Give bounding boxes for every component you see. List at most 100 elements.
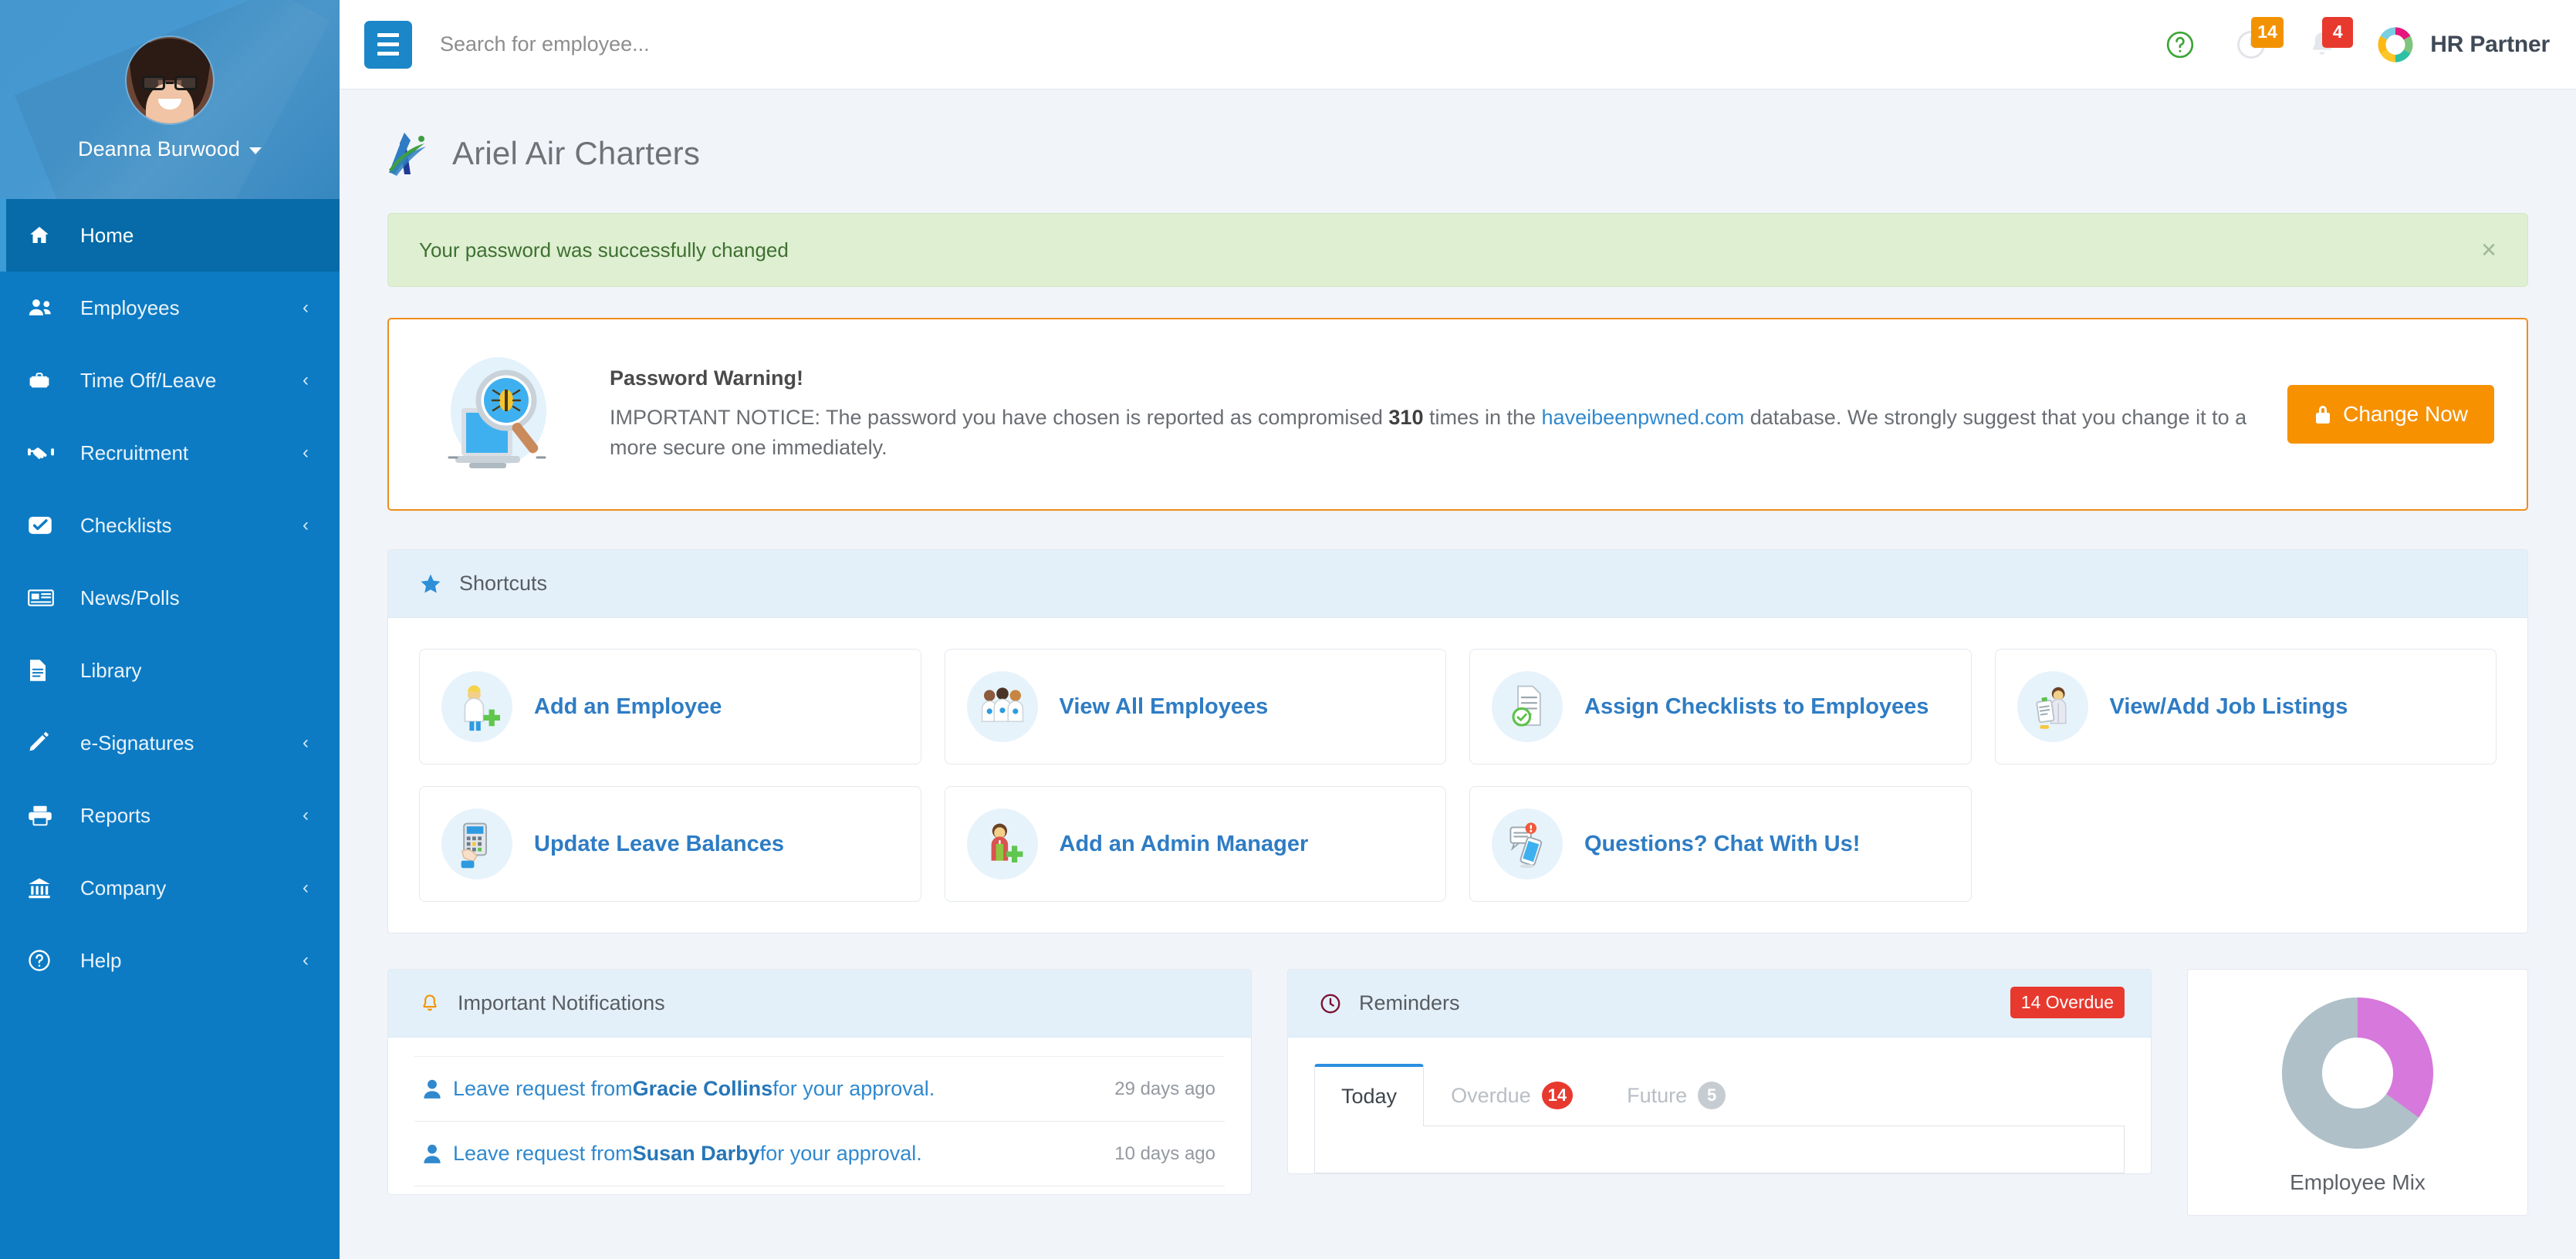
shortcut-add-an-admin-manager[interactable]: Add an Admin Manager: [944, 786, 1446, 902]
sidebar-profile[interactable]: Deanna Burwood: [0, 0, 340, 199]
success-alert-message: Your password was successfully changed: [419, 238, 789, 262]
tab-label: Today: [1341, 1085, 1398, 1108]
sidebar-item-recruitment[interactable]: Recruitment ‹: [0, 417, 340, 489]
notification-row[interactable]: Leave request from Susan Darby for your …: [414, 1122, 1225, 1186]
shortcut-assign-checklists-to-employees[interactable]: Assign Checklists to Employees: [1469, 649, 1972, 765]
change-now-label: Change Now: [2343, 402, 2468, 426]
sidebar-item-home[interactable]: Home: [0, 199, 340, 272]
handshake-icon: [28, 443, 69, 463]
shortcut-view-add-job-listings[interactable]: View/Add Job Listings: [1994, 649, 2497, 765]
notification-time: 29 days ago: [1114, 1078, 1215, 1099]
search-input[interactable]: [412, 32, 2145, 56]
tab-count: 14: [1541, 1082, 1574, 1109]
chevron-down-icon: [249, 147, 262, 154]
job-listings-icon: [2017, 671, 2088, 742]
notification-name: Gracie Collins: [632, 1077, 773, 1100]
avatar: [127, 37, 213, 123]
brand-name: HR Partner: [2430, 31, 2550, 57]
shortcuts-header: Shortcuts: [388, 550, 2527, 618]
profile-name-label: Deanna Burwood: [77, 137, 241, 160]
topbar: 14 4: [340, 0, 2576, 89]
sidebar-item-help[interactable]: Help ‹: [0, 924, 340, 997]
hr-partner-donut-logo: [2378, 26, 2413, 62]
sidebar-item-label: Time Off/Leave: [80, 368, 217, 392]
person-icon: [424, 1144, 441, 1163]
shortcut-label: Assign Checklists to Employees: [1584, 694, 1929, 719]
sidebar-item-label: Library: [80, 658, 142, 682]
glasses-icon: [142, 76, 198, 90]
home-icon: [28, 224, 69, 247]
question-circle-icon: [28, 949, 69, 972]
view-employees-icon: [966, 671, 1038, 742]
sidebar-item-employees[interactable]: Employees ‹: [0, 272, 340, 344]
chevron-left-icon: ‹: [303, 877, 309, 898]
warning-count: 310: [1388, 406, 1424, 430]
close-icon[interactable]: ×: [2481, 237, 2497, 263]
shortcut-label: View All Employees: [1059, 694, 1269, 719]
notifications-panel: Important Notifications Leave request fr…: [387, 969, 1252, 1195]
notification-text: Leave request from Susan Darby for your …: [424, 1142, 922, 1166]
sidebar-item-reports[interactable]: Reports ‹: [0, 779, 340, 852]
app-root: Deanna Burwood Home Employees ‹ Time Off/Le…: [0, 0, 2576, 1259]
warning-middle: times in the: [1423, 406, 1542, 430]
change-now-button[interactable]: Change Now: [2287, 385, 2494, 444]
overdue-badge: 14 Overdue: [2010, 987, 2125, 1018]
sidebar-item-news-polls[interactable]: News/Polls: [0, 562, 340, 634]
bell-icon: [423, 994, 437, 1011]
tab-today[interactable]: Today: [1314, 1064, 1425, 1126]
clock-icon: [1320, 994, 1340, 1013]
chevron-left-icon: ‹: [303, 515, 309, 535]
lock-icon: [2316, 406, 2331, 424]
bottom-row: Important Notifications Leave request fr…: [387, 969, 2528, 1216]
sidebar-item-label: e-Signatures: [80, 731, 194, 754]
reminders-header: Reminders 14 Overdue: [1288, 970, 2151, 1038]
person-icon: [424, 1079, 441, 1099]
password-warning-card: Password Warning! IMPORTANT NOTICE: The …: [387, 318, 2528, 511]
add-admin-icon: [966, 808, 1038, 879]
password-warning-text: Password Warning! IMPORTANT NOTICE: The …: [610, 366, 2253, 462]
shortcut-label: View/Add Job Listings: [2109, 694, 2348, 719]
chevron-left-icon: ‹: [303, 805, 309, 825]
shortcut-view-all-employees[interactable]: View All Employees: [944, 649, 1446, 765]
document-icon: [28, 659, 69, 682]
shortcut-add-an-employee[interactable]: Add an Employee: [419, 649, 921, 765]
sidebar-item-company[interactable]: Company ‹: [0, 852, 340, 924]
hamburger-icon[interactable]: [364, 20, 412, 69]
donut-hole: [2322, 1038, 2393, 1109]
shortcut-update-leave-balances[interactable]: Update Leave Balances: [419, 786, 921, 902]
bell-icon[interactable]: 4: [2287, 9, 2358, 80]
help-icon[interactable]: [2145, 9, 2216, 80]
checklist-doc-icon: [1492, 671, 1563, 742]
shortcut-questions-chat-with-us[interactable]: Questions? Chat With Us!: [1469, 786, 1972, 902]
users-icon: [28, 296, 69, 319]
password-warning-body: IMPORTANT NOTICE: The password you have …: [610, 403, 2253, 462]
sidebar-item-label: Help: [80, 948, 122, 972]
sidebar-item-time-off-leave[interactable]: Time Off/Leave ‹: [0, 344, 340, 417]
employee-mix-panel: Employee Mix: [2187, 969, 2528, 1216]
notifications-header: Important Notifications: [388, 970, 1251, 1038]
star-icon: [421, 574, 441, 592]
reminders-tabs: Today Overdue 14 Future 5: [1288, 1038, 2151, 1126]
check-square-icon: [28, 515, 69, 535]
sidebar-item-label: News/Polls: [80, 586, 180, 609]
add-employee-icon: [441, 671, 512, 742]
haveibeenpwned-link[interactable]: haveibeenpwned.com: [1542, 406, 1745, 429]
employee-mix-label: Employee Mix: [2290, 1170, 2426, 1194]
briefcase-icon: [28, 370, 69, 391]
sidebar-item-checklists[interactable]: Checklists ‹: [0, 489, 340, 562]
content: Ariel Air Charters Your password was suc…: [340, 89, 2576, 1216]
sidebar-item-library[interactable]: Library: [0, 634, 340, 707]
clock-icon[interactable]: 14: [2216, 9, 2287, 80]
notification-row[interactable]: Leave request from Gracie Collins for yo…: [414, 1056, 1225, 1122]
tab-overdue[interactable]: Overdue 14: [1424, 1064, 1600, 1126]
notifications-list: Leave request from Gracie Collins for yo…: [388, 1038, 1251, 1194]
sidebar-item-e-signatures[interactable]: e-Signatures ‹: [0, 707, 340, 779]
tab-future[interactable]: Future 5: [1600, 1064, 1753, 1126]
shortcut-label: Update Leave Balances: [534, 831, 784, 856]
chevron-left-icon: ‹: [303, 732, 309, 753]
notification-name: Susan Darby: [632, 1142, 760, 1165]
profile-name-dropdown[interactable]: Deanna Burwood: [78, 137, 262, 161]
employee-mix-donut-chart: [2282, 997, 2433, 1149]
bank-icon: [28, 877, 69, 899]
bell-badge: 4: [2322, 16, 2354, 48]
